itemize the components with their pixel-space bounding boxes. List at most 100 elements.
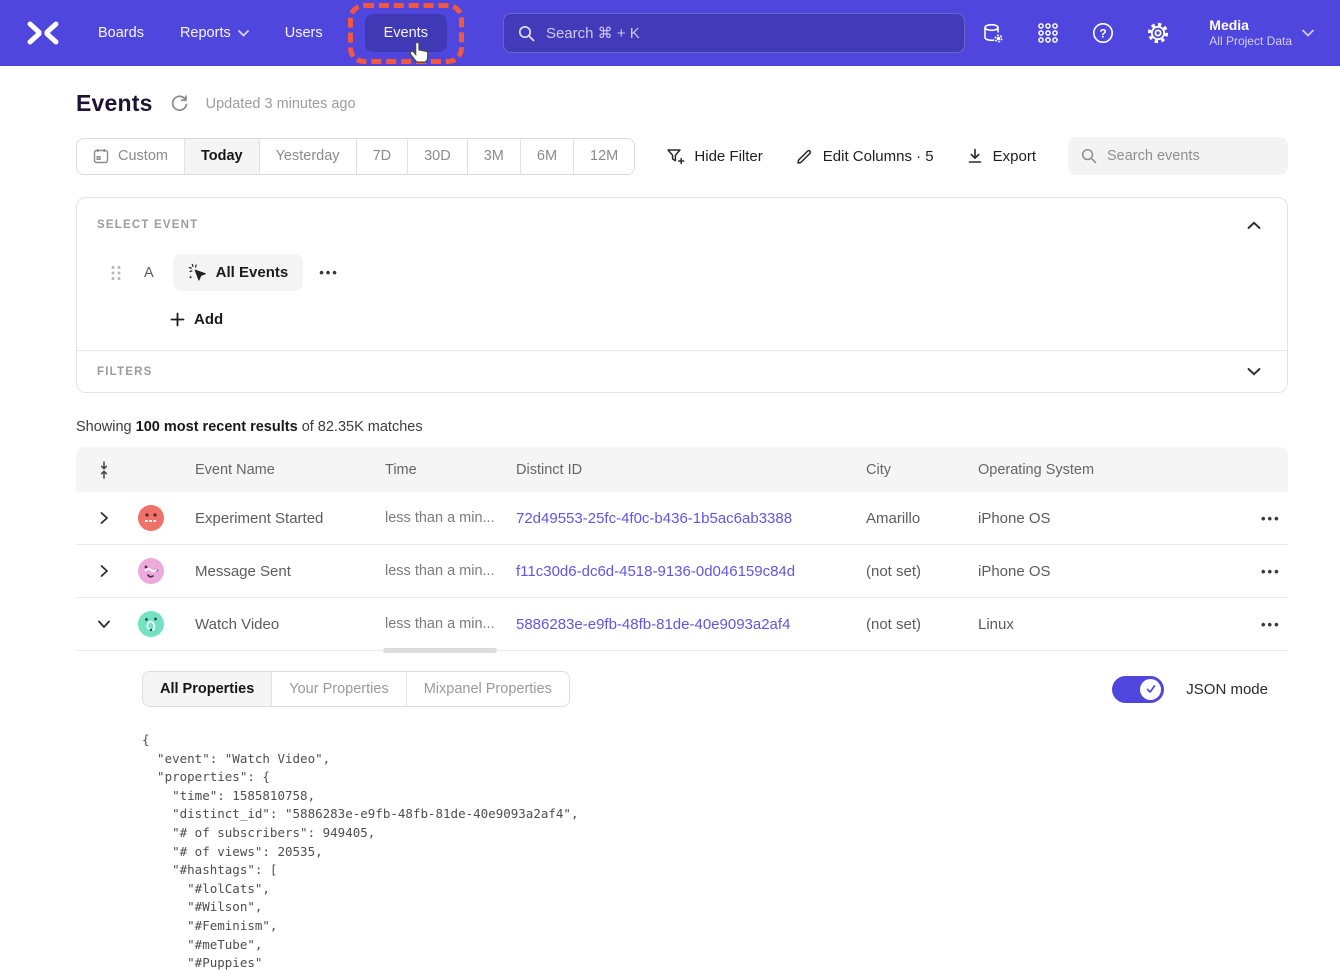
export-button[interactable]: Export — [966, 147, 1036, 165]
project-name: Media — [1209, 17, 1292, 34]
event-clause-row: A All Events ••• — [97, 254, 1267, 291]
search-events-placeholder: Search events — [1107, 148, 1200, 164]
tab-mixpanel-properties[interactable]: Mixpanel Properties — [406, 672, 569, 706]
last-updated-text: Updated 3 minutes ago — [206, 96, 356, 112]
results-summary: Showing 100 most recent results of 82.35… — [76, 419, 1288, 435]
row-more-button[interactable]: ••• — [1261, 511, 1281, 526]
col-header-distinct-id[interactable]: Distinct ID — [509, 462, 859, 478]
expand-row-button[interactable] — [93, 560, 115, 582]
distinct-id-link[interactable]: f11c30d6-dc6d-4518-9136-0d046159c84d — [516, 563, 795, 580]
distinct-id-link[interactable]: 5886283e-e9fb-48fb-81de-40e9093a2af4 — [516, 616, 790, 633]
results-summary-suffix: of 82.35K matches — [302, 419, 423, 435]
cell-time: less than a min... — [378, 616, 509, 632]
date-range-6m[interactable]: 6M — [520, 139, 573, 174]
edit-columns-button[interactable]: Edit Columns · 5 — [795, 147, 934, 166]
chevron-down-icon — [1302, 29, 1314, 37]
page-title: Events — [76, 90, 153, 117]
date-range-3m[interactable]: 3M — [467, 139, 520, 174]
global-search-input[interactable]: Search ⌘ + K — [503, 13, 965, 53]
chevron-down-icon — [95, 615, 113, 633]
primary-nav: Boards Reports Users Events — [98, 14, 447, 52]
collapse-row-button[interactable] — [93, 613, 115, 635]
col-header-city[interactable]: City — [859, 462, 971, 478]
event-json-viewer: { "event": "Watch Video", "properties": … — [142, 731, 1268, 974]
date-range-label: Today — [201, 148, 243, 164]
expand-row-button[interactable] — [93, 507, 115, 529]
search-icon — [518, 25, 535, 42]
mixpanel-logo[interactable] — [26, 20, 60, 46]
table-row-expanded: Watch Video less than a min... 5886283e-… — [76, 598, 1288, 651]
toggle-knob — [1140, 679, 1161, 700]
date-range-30d[interactable]: 30D — [407, 139, 467, 174]
edit-columns-label: Edit Columns · 5 — [823, 148, 934, 165]
nav-item-boards[interactable]: Boards — [98, 25, 144, 41]
navbar-utilities: ? Media All Project Data — [981, 17, 1314, 49]
date-range-label: 7D — [373, 148, 392, 164]
json-mode-toggle[interactable] — [1112, 676, 1164, 703]
row-more-button[interactable]: ••• — [1261, 617, 1281, 632]
col-header-operating-system[interactable]: Operating System — [971, 462, 1185, 478]
sort-icon[interactable] — [94, 460, 114, 480]
col-header-event-name[interactable]: Event Name — [188, 462, 378, 478]
help-icon[interactable]: ? — [1091, 21, 1115, 45]
date-range-custom[interactable]: Custom — [77, 139, 184, 174]
cell-time: less than a min... — [378, 563, 509, 579]
cell-event-name: Watch Video — [188, 616, 378, 633]
toolbar: Custom Today Yesterday 7D 30D 3M 6M 12M — [76, 137, 1288, 175]
filters-section[interactable]: FILTERS — [77, 350, 1287, 392]
event-selector-button[interactable]: All Events — [173, 254, 304, 291]
toolbar-actions: Hide Filter Edit Columns · 5 Export — [666, 137, 1288, 175]
nav-item-users[interactable]: Users — [285, 25, 323, 41]
filter-funnel-icon — [666, 147, 685, 166]
page-header: Events Updated 3 minutes ago — [76, 90, 1288, 117]
settings-gear-icon[interactable] — [1146, 21, 1170, 45]
date-range-label: 6M — [537, 148, 557, 164]
tab-your-properties[interactable]: Your Properties — [271, 672, 405, 706]
svg-text:?: ? — [1100, 26, 1107, 40]
chevron-down-icon — [238, 30, 249, 37]
chevron-down-icon — [1247, 367, 1261, 376]
search-events-input[interactable]: Search events — [1068, 137, 1288, 175]
nav-item-events[interactable]: Events — [365, 14, 447, 52]
date-range-yesterday[interactable]: Yesterday — [259, 139, 356, 174]
cell-os: Linux — [971, 616, 1185, 633]
plus-icon — [170, 312, 185, 327]
download-icon — [966, 147, 984, 165]
select-event-label: SELECT EVENT — [97, 219, 198, 231]
events-page: Events Updated 3 minutes ago Custom Toda… — [0, 66, 1340, 974]
cell-city: Amarillo — [859, 510, 971, 527]
expand-filters-button[interactable] — [1247, 362, 1267, 382]
nav-label-boards: Boards — [98, 25, 144, 41]
global-search-placeholder: Search ⌘ + K — [546, 24, 640, 42]
calendar-icon — [93, 148, 109, 164]
date-range-7d[interactable]: 7D — [356, 139, 408, 174]
horizontal-scrollbar-thumb[interactable] — [383, 648, 497, 653]
nav-item-reports[interactable]: Reports — [180, 25, 249, 41]
data-management-icon[interactable] — [981, 21, 1005, 45]
distinct-id-link[interactable]: 72d49553-25fc-4f0c-b436-1b5ac6ab3388 — [516, 510, 792, 527]
event-avatar — [138, 505, 164, 531]
date-range-label: 12M — [590, 148, 618, 164]
cell-city: (not set) — [859, 616, 971, 633]
pencil-icon — [795, 147, 814, 166]
project-selector[interactable]: Media All Project Data — [1209, 17, 1314, 49]
add-event-button[interactable]: Add — [170, 311, 223, 328]
nav-label-events: Events — [384, 25, 428, 41]
chevron-right-icon — [95, 562, 113, 580]
collapse-select-event-button[interactable] — [1247, 215, 1267, 235]
drag-handle-icon[interactable] — [110, 265, 122, 281]
export-label: Export — [993, 148, 1036, 165]
event-more-button[interactable]: ••• — [319, 265, 339, 280]
select-event-section: SELECT EVENT A — [77, 198, 1287, 350]
event-avatar — [138, 558, 164, 584]
tab-all-properties[interactable]: All Properties — [143, 672, 271, 706]
row-more-button[interactable]: ••• — [1261, 564, 1281, 579]
hide-filter-label: Hide Filter — [694, 148, 762, 165]
date-range-today[interactable]: Today — [184, 139, 259, 174]
col-header-time[interactable]: Time — [378, 462, 509, 478]
date-range-12m[interactable]: 12M — [573, 139, 634, 174]
check-icon — [1145, 683, 1157, 695]
refresh-icon[interactable] — [170, 94, 189, 113]
apps-grid-icon[interactable] — [1036, 21, 1060, 45]
hide-filter-button[interactable]: Hide Filter — [666, 147, 762, 166]
